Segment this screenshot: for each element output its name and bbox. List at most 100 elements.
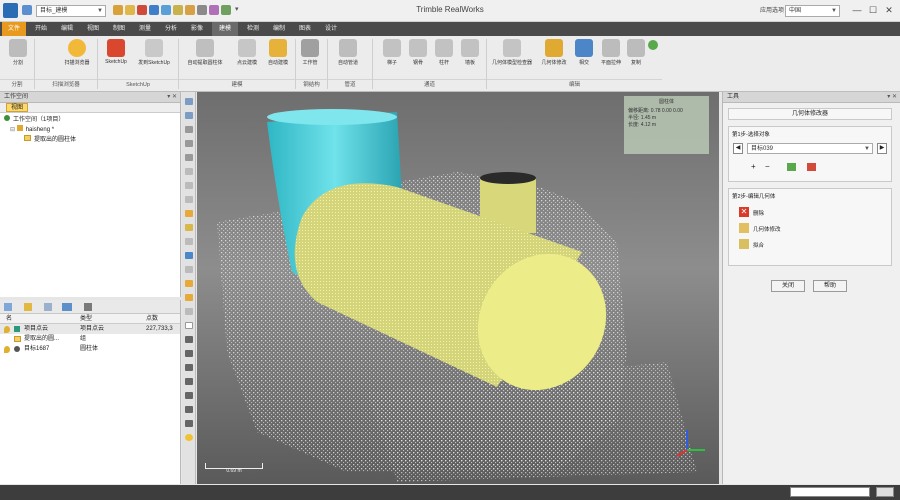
language-combo[interactable]: 中国 ▼ <box>785 5 840 17</box>
tab-measure[interactable]: 测量 <box>134 22 156 36</box>
next-button[interactable]: ▶ <box>877 143 887 154</box>
workspace-pin-icon[interactable]: ▾ ✕ <box>167 93 177 100</box>
more-icon-4[interactable] <box>185 378 193 385</box>
col-points[interactable]: 点数 <box>146 314 158 324</box>
view-icon[interactable] <box>62 303 72 311</box>
list-icon[interactable] <box>44 303 52 311</box>
fit-icon[interactable] <box>739 239 749 249</box>
tab-imagery[interactable]: 影像 <box>186 22 208 36</box>
settings-icon[interactable] <box>197 5 207 15</box>
scan-browser-button[interactable]: 扫描浏览器 <box>60 39 94 75</box>
auto-pipe-button[interactable]: 自动管道 <box>333 39 363 75</box>
tab-design[interactable]: 设计 <box>320 22 342 36</box>
folder-icon[interactable] <box>24 303 32 311</box>
measure-icon[interactable] <box>185 308 193 315</box>
object-select[interactable]: 目标039 ▼ <box>747 143 873 154</box>
more-icon-2[interactable] <box>185 350 193 357</box>
points-icon[interactable] <box>185 266 193 273</box>
clip-icon[interactable] <box>185 238 193 245</box>
wall-panel-button[interactable]: 墙板 <box>458 39 482 75</box>
delete-icon[interactable]: ✕ <box>739 207 749 217</box>
mesh-icon[interactable] <box>185 280 193 287</box>
workpipe-button[interactable]: 工作管 <box>297 39 323 75</box>
auto-modeling-button[interactable]: 自动建模 <box>263 39 293 75</box>
tab-file[interactable]: 文件 <box>2 22 26 36</box>
light-icon[interactable] <box>185 224 193 231</box>
display-icon[interactable] <box>185 252 193 259</box>
intersect-button[interactable]: 相交 <box>573 39 595 75</box>
undo-icon[interactable] <box>22 5 32 15</box>
status-button[interactable] <box>876 487 894 497</box>
modify-icon[interactable] <box>739 223 749 233</box>
column-button[interactable]: 柱杆 <box>432 39 456 75</box>
table-row[interactable]: 项目点云 项目点云 227,733,3 <box>0 324 180 334</box>
add-icon[interactable]: + <box>751 162 756 171</box>
side-view-icon[interactable] <box>185 196 193 203</box>
pan-icon[interactable] <box>185 126 193 133</box>
status-field[interactable] <box>790 487 870 497</box>
print-icon[interactable] <box>161 5 171 15</box>
auto-extract-cylinder-button[interactable]: 自动提取圆柱体 <box>180 39 230 75</box>
copy-button[interactable]: 复制 <box>627 39 645 75</box>
tree-item-workspace[interactable]: 工作空间（1项目） <box>4 115 176 125</box>
info-icon[interactable] <box>185 434 193 441</box>
maximize-button[interactable]: ☐ <box>866 3 880 17</box>
modify-label[interactable]: 几何体修改 <box>753 225 781 233</box>
remove-icon[interactable]: − <box>765 162 770 171</box>
filter-icon[interactable] <box>4 303 12 311</box>
folder-icon[interactable] <box>125 5 135 15</box>
geometry-checker-button[interactable]: 几何体模型检查器 <box>490 39 534 75</box>
prev-button[interactable]: ◀ <box>733 143 743 154</box>
color-icon[interactable] <box>185 210 193 217</box>
col-type[interactable]: 类型 <box>80 314 92 324</box>
top-view-icon[interactable] <box>185 168 193 175</box>
send-to-sketchup-button[interactable]: 发到SketchUp <box>134 39 174 75</box>
tree-item-project[interactable]: ⊟ haisheng * <box>4 125 176 135</box>
open-icon[interactable] <box>113 5 123 15</box>
more-icon[interactable] <box>185 336 193 343</box>
tab-charts[interactable]: 图表 <box>294 22 316 36</box>
tools-close-icon[interactable]: ▾ ✕ <box>887 93 897 100</box>
close-tool-button[interactable]: 关闭 <box>771 280 805 292</box>
help-button[interactable]: 帮助 <box>813 280 847 292</box>
tab-workspace-view[interactable]: 视图 <box>6 103 29 112</box>
ladder-button[interactable]: 梯子 <box>380 39 404 75</box>
quick-access-more-icon[interactable]: ▾ <box>235 5 239 13</box>
tab-compile[interactable]: 编制 <box>268 22 290 36</box>
fit-label[interactable]: 拟合 <box>753 241 764 249</box>
sketchup-button[interactable]: SketchUp <box>100 39 132 75</box>
save-icon[interactable] <box>149 5 159 15</box>
view-icon[interactable] <box>221 5 231 15</box>
table-row[interactable]: 目标1687 圆柱体 <box>0 344 180 354</box>
help-dot-icon[interactable] <box>648 40 658 50</box>
record-icon[interactable] <box>137 5 147 15</box>
table-row[interactable]: 提取出的圆... 组 <box>0 334 180 344</box>
rotate-icon[interactable] <box>185 112 193 119</box>
tab-inspection[interactable]: 检测 <box>242 22 264 36</box>
plane-extrude-button[interactable]: 平面拉伸 <box>597 39 625 75</box>
zoom-icon[interactable] <box>185 140 193 147</box>
steel-button[interactable]: 钢骨 <box>406 39 430 75</box>
pin-icon[interactable] <box>173 5 183 15</box>
split-button[interactable]: 分割 <box>4 39 32 75</box>
col-name[interactable]: 名 <box>6 314 12 324</box>
blank-icon[interactable] <box>185 322 193 329</box>
delete-label[interactable]: 删除 <box>753 209 764 217</box>
tab-drafting[interactable]: 制图 <box>108 22 130 36</box>
pick-icon[interactable] <box>787 163 796 171</box>
more-icon-7[interactable] <box>185 420 193 427</box>
tab-start[interactable]: 开始 <box>30 22 52 36</box>
layers-icon[interactable] <box>209 5 219 15</box>
close-button[interactable]: ✕ <box>882 3 896 17</box>
geometry-modifier-button[interactable]: 几何体修改 <box>536 39 572 75</box>
coordinate-system-combo[interactable]: 目标_建模 ▼ <box>36 5 106 17</box>
front-view-icon[interactable] <box>185 182 193 189</box>
select-icon[interactable] <box>185 98 193 105</box>
point-cloud-modeling-button[interactable]: 点云建模 <box>232 39 262 75</box>
more-icon-5[interactable] <box>185 392 193 399</box>
object-tool-icon[interactable] <box>807 163 816 171</box>
settings-icon[interactable] <box>84 303 92 311</box>
tab-view[interactable]: 视图 <box>82 22 104 36</box>
3d-viewport[interactable]: 圆柱体 偏移距离: 0.78 0.00 0.00 半径: 1.45 m 长度: … <box>197 92 719 484</box>
tab-modeling[interactable]: 建模 <box>212 22 238 36</box>
